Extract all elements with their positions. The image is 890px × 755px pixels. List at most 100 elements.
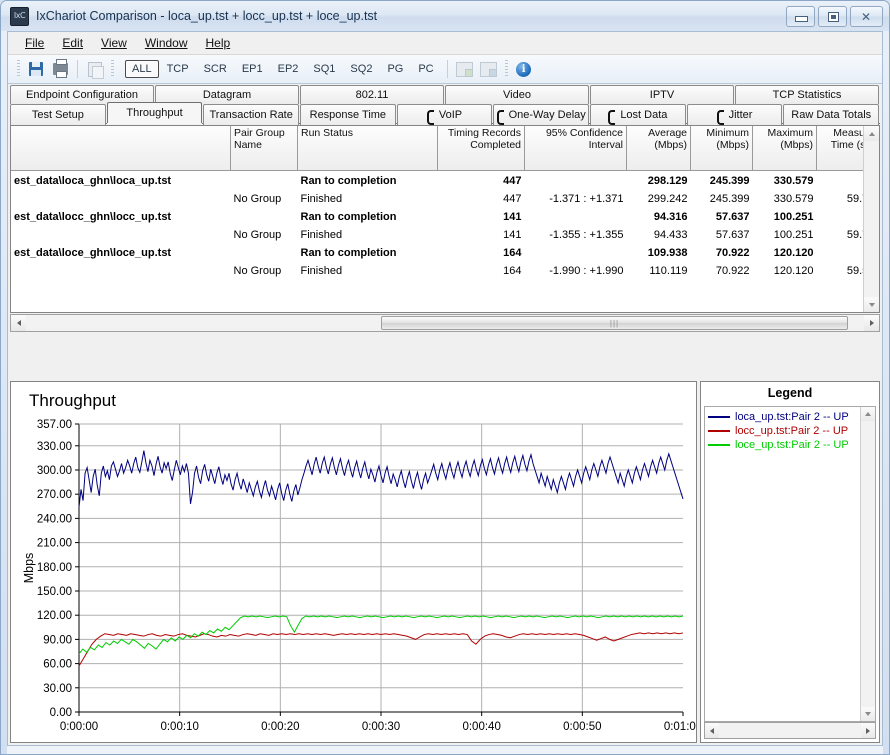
menu-view[interactable]: View [92,33,136,53]
restore-button[interactable] [818,6,847,27]
results-table: Pair Group Name Run Status Timing Records… [11,126,880,279]
close-button[interactable]: ✕ [850,6,883,27]
filter-button-sq1[interactable]: SQ1 [306,60,342,78]
table-row[interactable]: No Group Finished 141 -1.355 : +1.355 94.433… [11,227,880,243]
tab-voip[interactable]: VoIP [396,104,493,125]
tab-jitter[interactable]: Jitter [686,104,783,125]
table-cell: Finished [300,228,343,241]
legend-scroll-up-button[interactable] [861,407,875,421]
tab-tcp-statistics[interactable]: TCP Statistics [735,85,879,104]
legend-panel: Legend loca_up.tst:Pair 2 -- UP locc_up.… [700,381,880,743]
menu-edit[interactable]: Edit [53,33,92,53]
throughput-chart[interactable]: 0.00 30.00 60.00 90.00 120.00 150.00 180.00 210… [11,382,697,743]
tab-raw-data-totals[interactable]: Raw Data Totals [783,104,880,125]
table-row[interactable]: est_data\locc_ghn\locc_up.tst Ran to comp… [11,207,879,227]
report-button[interactable] [478,58,500,80]
tab-throughput[interactable]: Throughput [106,102,203,123]
y-axis-tick-label: 357.00 [37,419,72,431]
col-header-average[interactable]: Average (Mbps) [626,126,691,171]
legend-item[interactable]: loca_up.tst:Pair 2 -- UP [708,410,875,424]
table-cell: 299.242 [647,192,688,205]
toolbar-grip-2 [111,60,114,78]
table-cell: No Group [233,192,282,205]
legend-scroll-left-button[interactable] [705,723,719,738]
tab-one-way-delay[interactable]: One-Way Delay [493,104,590,125]
col-header-maximum[interactable]: Maximum (Mbps) [752,126,817,171]
legend-scroll-right-button[interactable] [861,723,875,738]
table-row[interactable]: est_data\loce_ghn\loce_up.tst Ran to comp… [11,243,879,263]
table-cell: 330.579 [773,174,814,187]
table-cell: 57.637 [715,228,750,241]
col-header-minimum[interactable]: Minimum (Mbps) [690,126,753,171]
col-header-pair-group-name[interactable]: Pair Group Name [230,126,298,171]
menu-window[interactable]: Window [136,33,197,53]
tab-strip: Endpoint Configuration Datagram 802.11 V… [8,84,882,125]
legend-item-label: locc_up.tst:Pair 2 -- UP [735,425,849,437]
filter-button-ep1[interactable]: EP1 [235,60,270,78]
y-axis-tick-label: 210.00 [37,538,72,550]
tab-80211[interactable]: 802.11 [300,85,444,104]
filter-button-sq2[interactable]: SQ2 [343,60,379,78]
legend-vertical-scrollbar[interactable] [860,407,875,721]
col-header-confidence-interval[interactable]: 95% Confidence Interval [524,126,627,171]
x-axis-tick-label: 0:01:00 [664,721,697,733]
filter-button-ep2[interactable]: EP2 [271,60,306,78]
tab-lost-data[interactable]: Lost Data [590,104,686,125]
table-scroll-left-button[interactable] [11,315,26,331]
filter-button-pg[interactable]: PG [380,60,410,78]
tab-test-setup[interactable]: Test Setup [10,104,106,125]
legend-item[interactable]: loce_up.tst:Pair 2 -- UP [708,438,875,452]
menu-edit-label: Edit [62,36,84,50]
table-horizontal-scrollbar[interactable]: ||| [10,314,880,332]
tab-lost-data-label: Lost Data [620,109,668,121]
tab-transaction-rate[interactable]: Transaction Rate [203,104,300,125]
tab-response-time[interactable]: Response Time [300,104,396,125]
table-row[interactable]: est_data\loca_ghn\loca_up.tst Ran to comp… [11,171,879,191]
filter-button-scr[interactable]: SCR [197,60,234,78]
table-vertical-scrollbar[interactable] [863,126,879,312]
table-cell: Ran to completion [300,174,397,187]
toolbar-grip [17,60,20,78]
filter-button-tcp[interactable]: TCP [160,60,196,78]
menu-help[interactable]: Help [197,33,240,53]
export-icon [456,61,474,77]
print-button[interactable] [49,58,71,80]
save-button[interactable] [25,58,47,80]
export-button[interactable] [454,58,476,80]
chart-and-legend-area: Throughput 0.00 30.00 60.00 90.00 120.00 150.… [10,381,880,743]
filter-button-pc[interactable]: PC [411,60,440,78]
col-header-timing-records-completed[interactable]: Timing Records Completed [437,126,525,171]
legend-item-label: loce_up.tst:Pair 2 -- UP [735,439,849,451]
filter-button-all[interactable]: ALL [125,60,159,78]
info-button[interactable]: i [513,58,535,80]
tab-video[interactable]: Video [445,85,589,104]
minimize-button[interactable] [786,6,815,27]
filter-button-group: ALL TCP SCR EP1 EP2 SQ1 SQ2 PG PC [125,60,441,78]
legend-scroll-down-button[interactable] [861,707,875,721]
phone-icon [426,109,435,125]
legend-horizontal-scrollbar[interactable] [704,722,876,739]
status-bar [7,746,883,754]
col-header-test-file[interactable] [11,126,231,171]
table-scroll-thumb[interactable]: ||| [381,316,848,330]
tab-iptv[interactable]: IPTV [590,85,734,104]
tab-one-way-delay-label: One-Way Delay [508,109,586,121]
table-scroll-down-button[interactable] [864,297,879,312]
menu-file[interactable]: File [16,33,53,53]
table-cell: 120.120 [773,246,814,259]
y-axis-tick-label: 120.00 [37,610,72,622]
table-cell: 141 [503,228,522,241]
table-row[interactable]: No Group Finished 164 -1.990 : +1.990 110.11… [11,263,880,279]
table-scroll-right-button[interactable] [864,315,879,331]
grip-dots: ||| [609,318,620,328]
menu-bar: File Edit View Window Help [8,32,882,55]
table-scroll-up-button[interactable] [864,126,879,141]
table-cell: 141 [503,210,522,223]
col-header-run-status[interactable]: Run Status [297,126,438,171]
table-row[interactable]: No Group Finished 447 -1.371 : +1.371 299.24… [11,191,880,207]
phone-icon [716,109,725,125]
table-cell: 245.399 [709,192,750,205]
copy-button[interactable] [84,58,106,80]
x-axis-tick-label: 0:00:30 [362,721,400,733]
legend-item[interactable]: locc_up.tst:Pair 2 -- UP [708,424,875,438]
